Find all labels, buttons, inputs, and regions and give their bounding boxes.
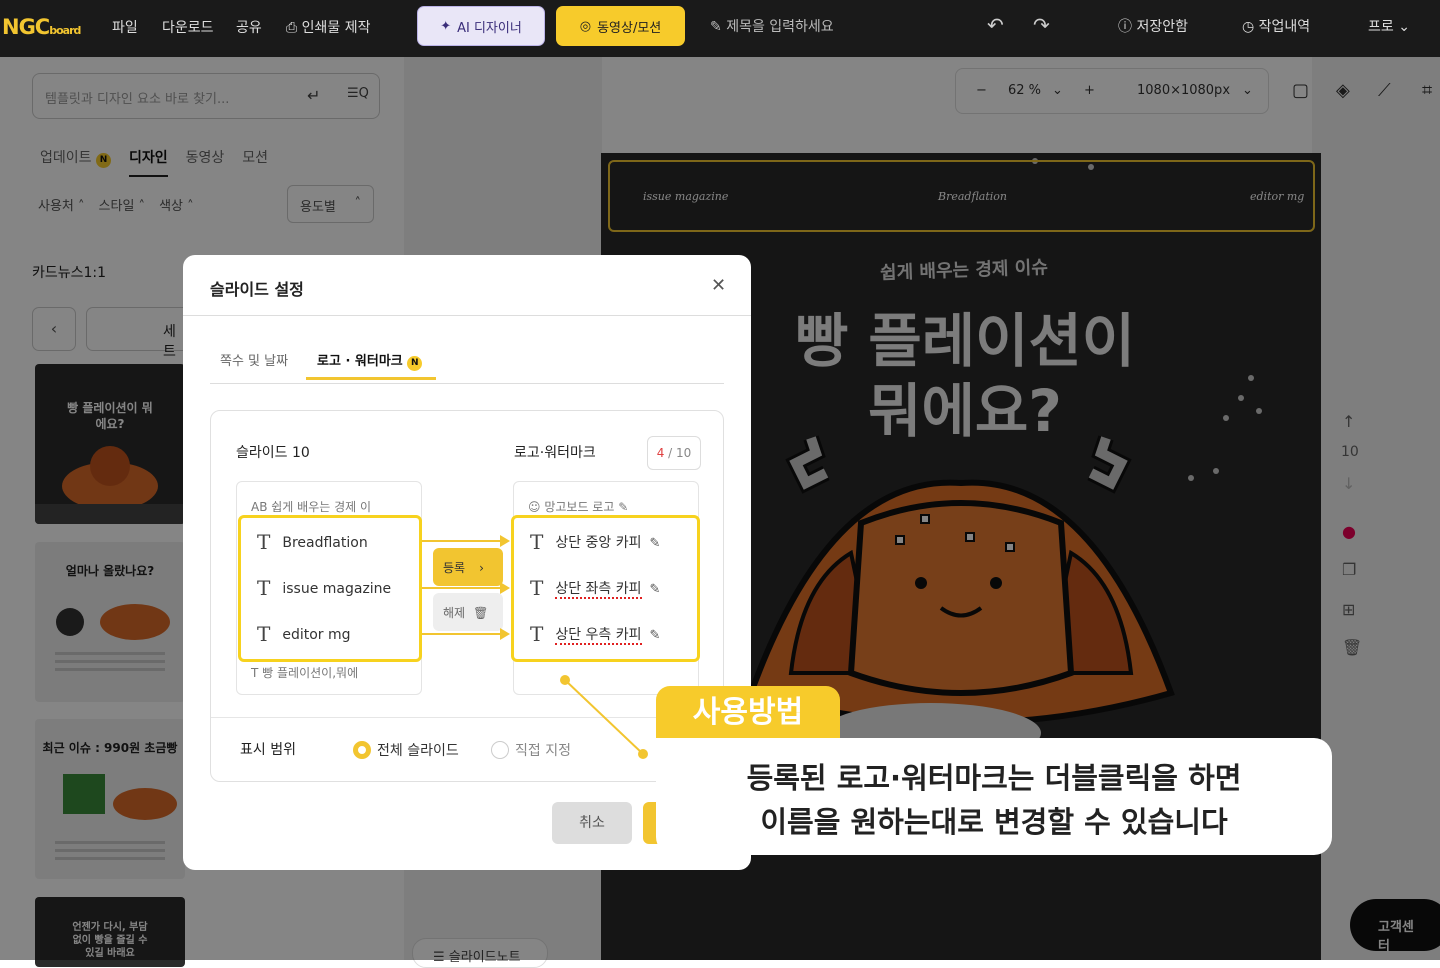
list-item[interactable]: T 빵 플레이션이,뭐에 — [251, 664, 358, 681]
list-item[interactable]: AB 쉽게 배우는 경제 이 — [251, 498, 371, 515]
pencil-icon[interactable]: ✎ — [650, 628, 661, 643]
remove-button[interactable]: 해제 🗑 — [433, 593, 503, 631]
list-item[interactable]: Tissue magazine — [257, 576, 391, 600]
smile-icon: ☺ — [528, 500, 545, 514]
logo-column-title: 로고·워터마크 — [514, 445, 596, 461]
list-item[interactable]: T 상단 중앙 카피 ✎ — [530, 530, 660, 554]
text-t-icon: T — [530, 622, 544, 646]
tab-page-date[interactable]: 쪽수 및 날짜 — [220, 350, 288, 369]
video-icon: ◎ — [579, 18, 592, 34]
text-t-icon: T — [257, 530, 271, 554]
how-to-use-label: 사용방법 — [656, 686, 840, 740]
list-item[interactable]: ☺ 망고보드 로고 ✎ — [528, 498, 628, 515]
list-item[interactable]: T Breadflation — [257, 530, 368, 554]
ai-designer-button[interactable]: ✦ AI 디자이너 — [417, 6, 545, 46]
menu-share[interactable]: 공유 — [236, 17, 262, 37]
menu-download[interactable]: 다운로드 — [162, 17, 214, 37]
close-icon[interactable]: ✕ — [711, 275, 726, 296]
trash-icon: 🗑 — [473, 606, 489, 620]
pencil-icon[interactable]: ✎ — [650, 582, 661, 597]
save-status[interactable]: ⓘ 저장안함 — [1118, 16, 1188, 36]
how-to-use-callout: 등록된 로고·워터마크는 더블클릭을 하면 이름을 원하는대로 변경할 수 있습… — [656, 738, 1332, 855]
arrow-connector — [422, 633, 502, 635]
divider — [183, 315, 751, 316]
chevron-right-icon: › — [479, 561, 484, 575]
alert-icon: ⓘ — [1118, 19, 1137, 35]
arrow-head-icon — [500, 535, 510, 547]
slide-column-title: 슬라이드 10 — [236, 445, 310, 461]
tip-text-line: 이름을 원하는대로 변경할 수 있습니다 — [760, 805, 1228, 839]
text-ab-icon: AB — [251, 500, 272, 514]
register-button[interactable]: 등록 › — [433, 548, 503, 586]
radio-selected-icon — [353, 741, 371, 759]
arrow-head-icon — [500, 628, 510, 640]
range-label: 표시 범위 — [240, 742, 296, 758]
pro-menu[interactable]: 프로 ⌄ — [1368, 16, 1410, 36]
arrow-connector — [422, 587, 502, 589]
tab-underline — [306, 377, 436, 380]
redo-icon[interactable]: ↷ — [1033, 13, 1050, 37]
menu-print[interactable]: ⎙ 인쇄물 제작 — [286, 17, 371, 37]
text-t-icon: T — [251, 666, 263, 680]
radio-all-slides[interactable]: 전체 슬라이드 — [353, 740, 459, 760]
text-t-icon: T — [530, 530, 544, 554]
edit-icon: ✎ — [710, 19, 727, 35]
top-bar: NGCboard 파일 다운로드 공유 ⎙ 인쇄물 제작 ✦ AI 디자이너 ◎ 동… — [0, 0, 1440, 57]
pencil-icon[interactable]: ✎ — [650, 536, 661, 551]
history-button[interactable]: ◷ 작업내역 — [1242, 16, 1310, 36]
video-motion-button[interactable]: ◎ 동영상/모션 — [556, 6, 685, 46]
arrow-head-icon — [500, 582, 510, 594]
magic-wand-icon: ✦ — [440, 18, 452, 34]
highlight-registered-texts: T Breadflation Tissue magazine Teditor mg — [238, 515, 422, 662]
text-t-icon: T — [257, 622, 271, 646]
printer-icon: ⎙ — [286, 20, 302, 36]
menu-file[interactable]: 파일 — [112, 17, 138, 37]
tip-text-line: 등록된 로고·워터마크는 더블클릭을 하면 — [746, 761, 1242, 795]
app-logo[interactable]: NGCboard — [2, 15, 81, 39]
tab-logo-watermark[interactable]: 로고 · 워터마크 N — [317, 350, 423, 371]
modal-title: 슬라이드 설정 — [210, 280, 304, 299]
undo-icon[interactable]: ↶ — [987, 13, 1004, 37]
history-icon: ◷ — [1242, 19, 1259, 35]
arrow-connector — [422, 540, 502, 542]
chevron-down-icon: ⌄ — [1393, 19, 1410, 35]
cancel-button[interactable]: 취소 — [552, 802, 632, 844]
logo-count: 4 / 10 — [647, 436, 701, 470]
text-t-icon: T — [257, 576, 271, 600]
radio-empty-icon — [491, 741, 509, 759]
list-item[interactable]: Teditor mg — [257, 622, 351, 646]
text-t-icon: T — [530, 576, 544, 600]
highlight-logo-names: T 상단 중앙 카피 ✎ T 상단 좌측 카피 ✎ T 상단 우측 카피 ✎ — [511, 515, 700, 662]
list-item[interactable]: T 상단 우측 카피 ✎ — [530, 622, 660, 646]
list-item[interactable]: T 상단 좌측 카피 ✎ — [530, 576, 660, 600]
divider — [210, 383, 724, 384]
title-input[interactable]: ✎ 제목을 입력하세요 — [710, 16, 834, 36]
